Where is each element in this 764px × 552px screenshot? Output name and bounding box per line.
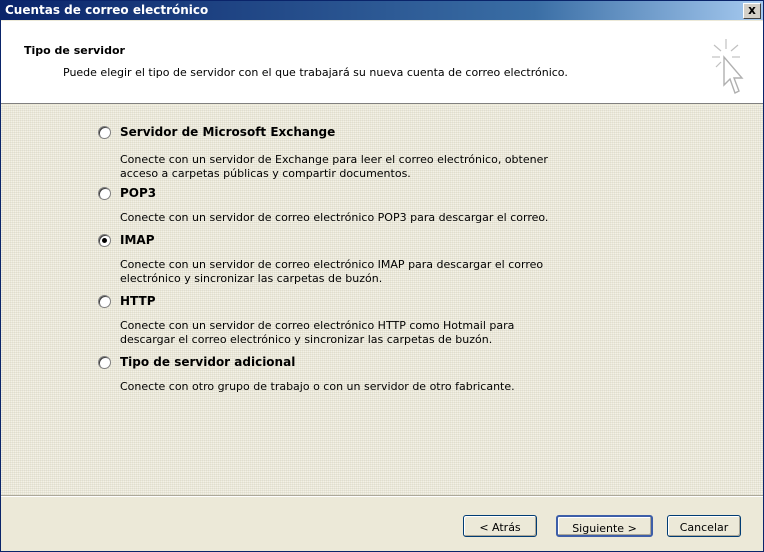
description-line: descargar el correo electrónico y sincro…: [120, 333, 493, 346]
description-line: Conecte con un servidor de Exchange para…: [120, 153, 548, 166]
window-title: Cuentas de correo electrónico: [5, 3, 209, 17]
description-line: Conecte con un servidor de correo electr…: [120, 319, 515, 332]
description-line: acceso a carpetas públicas y compartir d…: [120, 167, 411, 180]
option-label[interactable]: HTTP: [120, 294, 155, 308]
radio-additional[interactable]: [98, 356, 111, 369]
close-button[interactable]: x: [743, 3, 761, 19]
close-icon: x: [748, 3, 756, 17]
title-bar[interactable]: Cuentas de correo electrónico x: [1, 1, 763, 20]
description-line: electrónico y sincronizar las carpetas d…: [120, 272, 383, 285]
radio-imap[interactable]: [98, 234, 111, 247]
page-title: Tipo de servidor: [24, 44, 125, 57]
description-line: Conecte con un servidor de correo electr…: [120, 211, 549, 224]
back-button[interactable]: < Atrás: [463, 515, 537, 537]
wizard-footer: < Atrás Siguiente > Cancelar: [1, 497, 763, 551]
option-description: Conecte con otro grupo de trabajo o con …: [120, 380, 515, 394]
next-button[interactable]: Siguiente >: [556, 515, 653, 537]
wizard-cursor-icon: [712, 39, 744, 94]
radio-selected-dot: [102, 238, 107, 243]
wizard-header: Tipo de servidor Puede elegir el tipo de…: [1, 21, 763, 104]
radio-http[interactable]: [98, 295, 111, 308]
option-description: Conecte con un servidor de correo electr…: [120, 319, 514, 347]
option-label[interactable]: POP3: [120, 186, 156, 200]
description-line: Conecte con un servidor de correo electr…: [120, 258, 544, 271]
option-label[interactable]: Servidor de Microsoft Exchange: [120, 125, 335, 139]
options-panel: Servidor de Microsoft Exchange Conecte c…: [1, 105, 763, 495]
cancel-button[interactable]: Cancelar: [667, 515, 741, 537]
option-description: Conecte con un servidor de correo electr…: [120, 258, 543, 286]
option-label[interactable]: IMAP: [120, 233, 155, 247]
radio-pop3[interactable]: [98, 187, 111, 200]
option-label[interactable]: Tipo de servidor adicional: [120, 355, 295, 369]
option-description: Conecte con un servidor de correo electr…: [120, 211, 548, 225]
description-line: Conecte con otro grupo de trabajo o con …: [120, 380, 515, 393]
radio-exchange[interactable]: [98, 126, 111, 139]
dialog-window: Cuentas de correo electrónico x Tipo de …: [0, 0, 764, 552]
page-subtitle: Puede elegir el tipo de servidor con el …: [63, 66, 568, 79]
option-description: Conecte con un servidor de Exchange para…: [120, 153, 548, 181]
